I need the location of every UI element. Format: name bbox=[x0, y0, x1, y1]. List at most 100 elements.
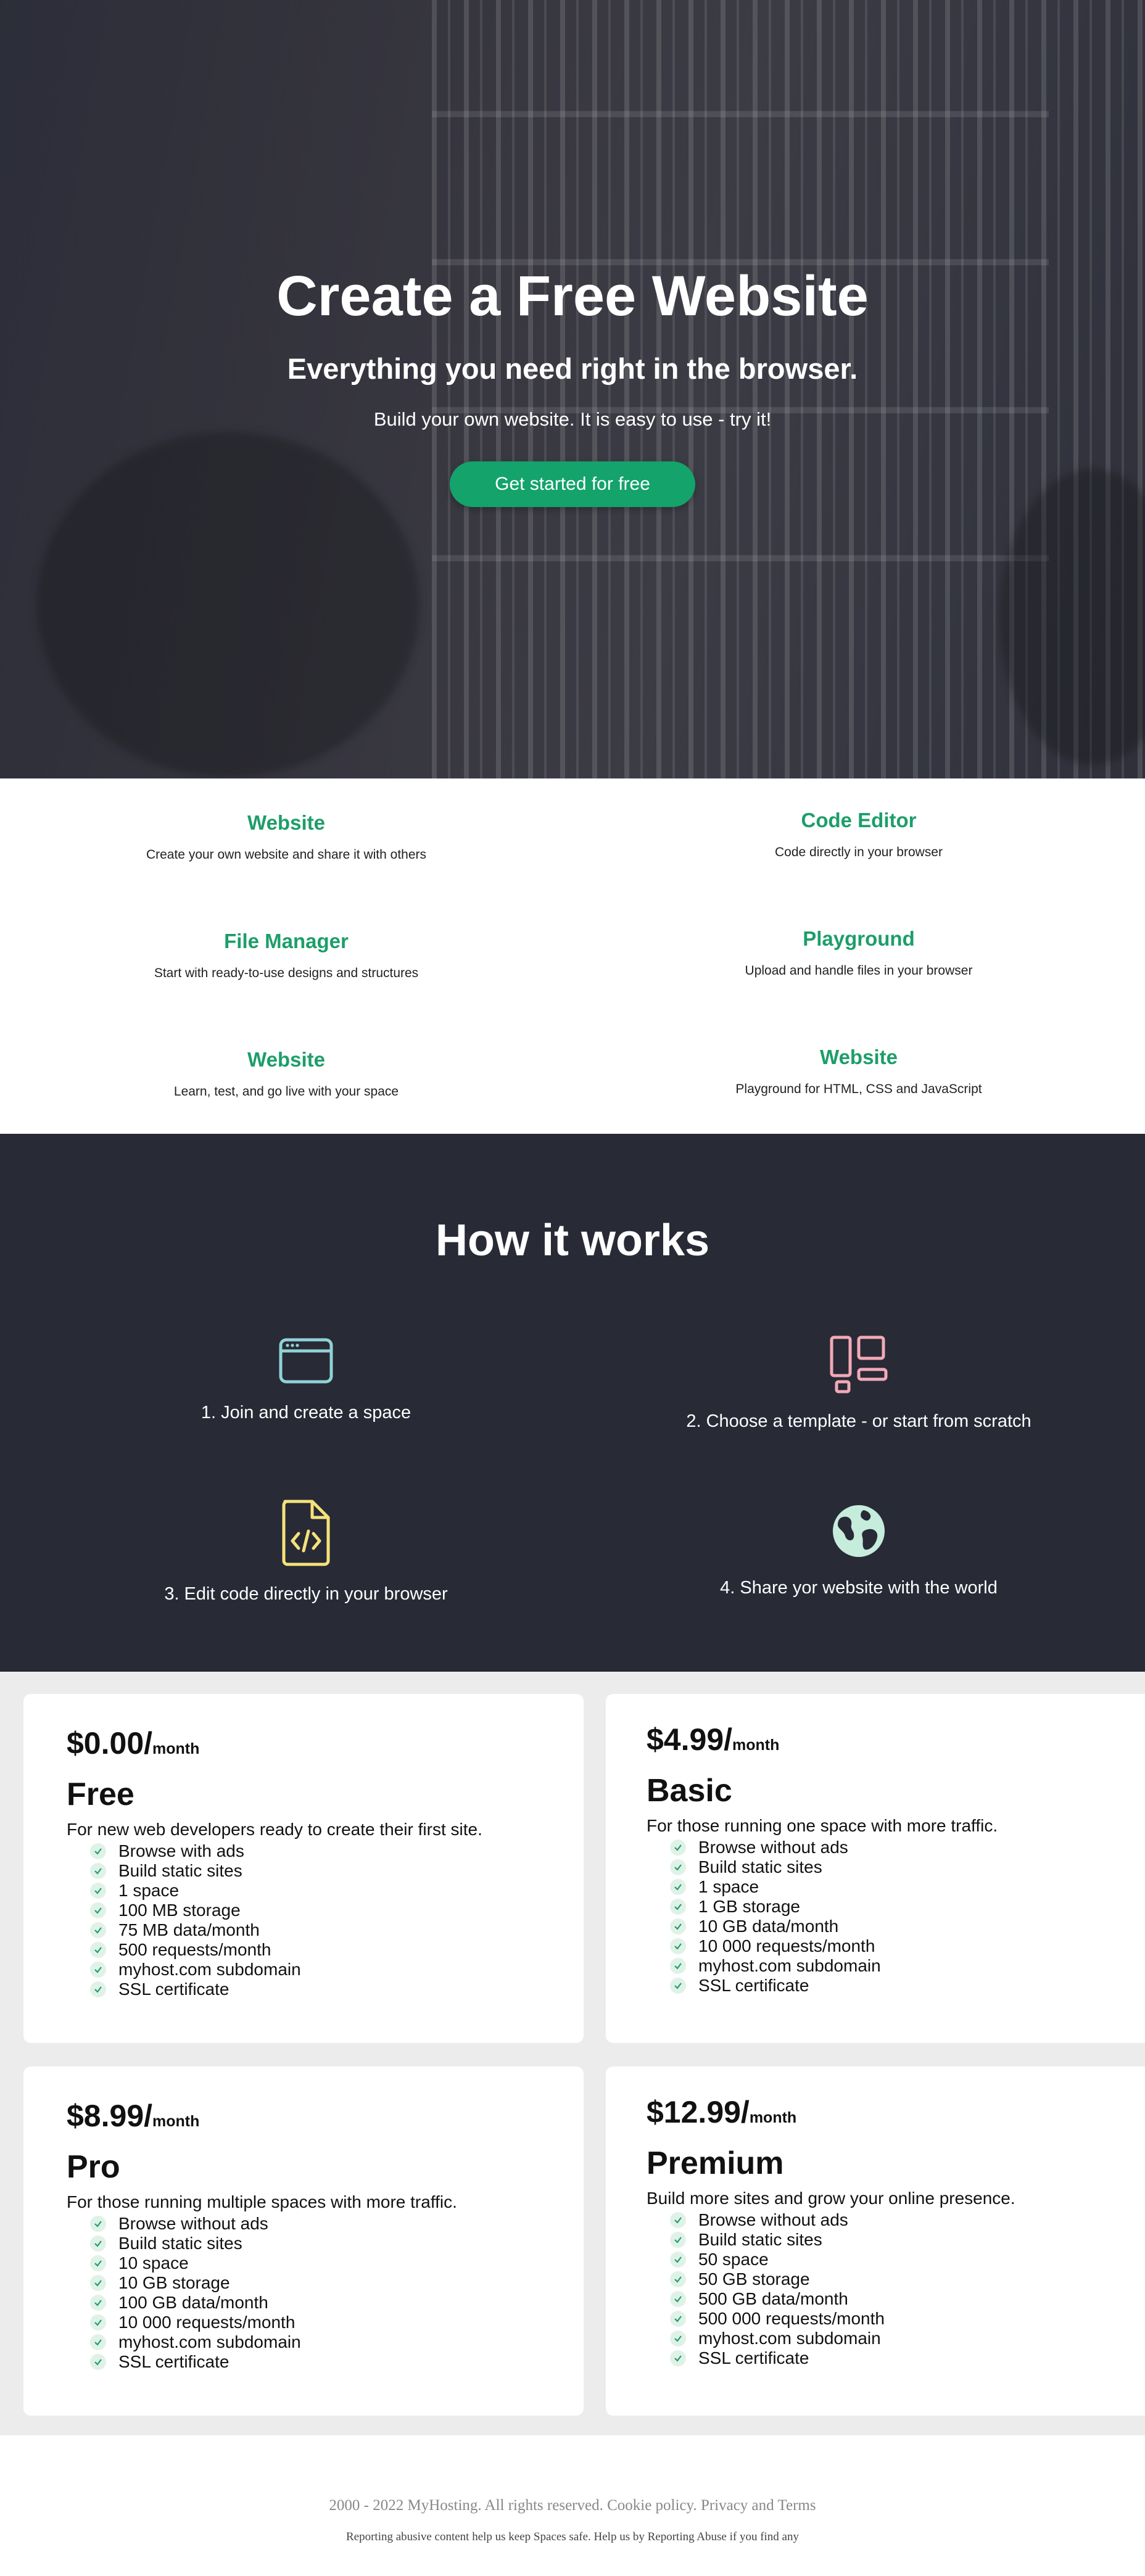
check-icon bbox=[90, 1863, 106, 1879]
plan-feature: 75 MB data/month bbox=[90, 1920, 584, 1940]
check-icon bbox=[670, 1938, 686, 1954]
feature-item: File Manager Start with ready-to-use des… bbox=[0, 897, 572, 1015]
price-unit: month bbox=[732, 1736, 780, 1754]
check-icon bbox=[670, 2232, 686, 2248]
feature-item: Code Editor Code directly in your browse… bbox=[572, 778, 1145, 897]
plan-feature: Build static sites bbox=[90, 2234, 584, 2253]
check-icon bbox=[90, 1883, 106, 1899]
plan-price: $12.99/month bbox=[647, 2095, 797, 2129]
plan-feature: myhost.com subdomain bbox=[670, 1956, 1145, 1976]
feature-text: Upload and handle files in your browser bbox=[745, 964, 973, 978]
hero-title: Create a Free Website bbox=[276, 265, 869, 328]
plan-feature: myhost.com subdomain bbox=[670, 2329, 1145, 2348]
plan-feature: 100 MB storage bbox=[90, 1901, 584, 1920]
plan-feature: SSL certificate bbox=[90, 1979, 584, 1999]
footer-copyright-line: 2000 - 2022 MyHosting. All rights reserv… bbox=[0, 2435, 1145, 2514]
plan-feature-list: Browse without ads Build static sites 50… bbox=[647, 2210, 1145, 2368]
features-section: Website Create your own website and shar… bbox=[0, 778, 1145, 1134]
check-icon bbox=[670, 1859, 686, 1875]
privacy-terms-link[interactable]: Privacy and Terms bbox=[701, 2497, 816, 2514]
plan-feature: 500 requests/month bbox=[90, 1940, 584, 1960]
feature-title: File Manager bbox=[224, 930, 349, 952]
price-unit: month bbox=[749, 2109, 797, 2126]
how-it-works-section: How it works 1. Join and create a space … bbox=[0, 1134, 1145, 1672]
plan-feature: 10 000 requests/month bbox=[670, 1936, 1145, 1956]
step-item: 4. Share yor website with the world bbox=[572, 1501, 1145, 1598]
plan-feature-list: Browse without ads Build static sites 10… bbox=[67, 2214, 584, 2372]
plan-feature: 50 space bbox=[670, 2250, 1145, 2269]
check-icon bbox=[90, 1981, 106, 1997]
step-label: 4. Share yor website with the world bbox=[720, 1578, 998, 1598]
hero-section: Create a Free Website Everything you nee… bbox=[0, 0, 1145, 778]
plan-feature: 100 GB data/month bbox=[90, 2293, 584, 2313]
check-icon bbox=[670, 2212, 686, 2228]
plan-feature: Browse with ads bbox=[90, 1841, 584, 1861]
plan-description: Build more sites and grow your online pr… bbox=[647, 2189, 1015, 2208]
plan-description: For those running one space with more tr… bbox=[647, 1816, 998, 1835]
plan-feature: 1 GB storage bbox=[670, 1897, 1145, 1917]
check-icon bbox=[90, 2275, 106, 2291]
check-icon bbox=[670, 1879, 686, 1895]
check-icon bbox=[90, 2255, 106, 2271]
plan-name: Free bbox=[67, 1777, 134, 1812]
feature-title: Code Editor bbox=[801, 809, 917, 832]
pricing-card-pro: $8.99/month Pro For those running multip… bbox=[23, 2066, 584, 2416]
feature-item: Website Playground for HTML, CSS and Jav… bbox=[572, 1015, 1145, 1134]
hero-content: Create a Free Website Everything you nee… bbox=[0, 259, 1145, 507]
plan-feature: 10 space bbox=[90, 2253, 584, 2273]
plan-feature: Build static sites bbox=[670, 2230, 1145, 2250]
check-icon bbox=[90, 2235, 106, 2252]
plan-feature: 1 space bbox=[670, 1877, 1145, 1897]
check-icon bbox=[90, 2314, 106, 2330]
plan-feature: 500 GB data/month bbox=[670, 2289, 1145, 2309]
step-label: 1. Join and create a space bbox=[200, 1403, 411, 1422]
plan-name: Premium bbox=[647, 2145, 784, 2181]
plan-feature: Browse without ads bbox=[670, 2210, 1145, 2230]
footer: 2000 - 2022 MyHosting. All rights reserv… bbox=[0, 2435, 1145, 2576]
check-icon bbox=[90, 2334, 106, 2350]
plan-feature: 1 space bbox=[90, 1881, 584, 1901]
feature-item: Playground Upload and handle files in yo… bbox=[572, 897, 1145, 1015]
check-icon bbox=[90, 1942, 106, 1958]
price-unit: month bbox=[152, 1740, 200, 1757]
check-icon bbox=[670, 2350, 686, 2366]
get-started-button[interactable]: Get started for free bbox=[450, 461, 695, 507]
hero-background-shelf bbox=[432, 555, 1049, 561]
plan-feature: SSL certificate bbox=[670, 2348, 1145, 2368]
section-title: How it works bbox=[435, 1216, 710, 1265]
plan-feature: 10 GB storage bbox=[90, 2273, 584, 2293]
plan-price: $4.99/month bbox=[647, 1722, 780, 1757]
cookie-policy-link[interactable]: Cookie policy. bbox=[607, 2497, 697, 2514]
plan-feature: 10 GB data/month bbox=[670, 1917, 1145, 1936]
step-item: 3. Edit code directly in your browser bbox=[20, 1499, 592, 1604]
feature-title: Website bbox=[820, 1046, 898, 1068]
plan-feature: 10 000 requests/month bbox=[90, 2313, 584, 2332]
check-icon bbox=[670, 1978, 686, 1994]
check-icon bbox=[670, 2330, 686, 2347]
plan-price: $0.00/month bbox=[67, 1726, 200, 1761]
step-label: 3. Edit code directly in your browser bbox=[164, 1584, 448, 1604]
plan-feature-list: Browse without ads Build static sites 1 … bbox=[647, 1838, 1145, 1996]
step-item: 1. Join and create a space bbox=[20, 1336, 592, 1423]
plan-feature: 50 GB storage bbox=[670, 2269, 1145, 2289]
plan-feature: Build static sites bbox=[670, 1857, 1145, 1877]
plan-feature: Browse without ads bbox=[670, 1838, 1145, 1857]
plan-feature-list: Browse with ads Build static sites 1 spa… bbox=[67, 1841, 584, 1999]
pricing-card-basic: $4.99/month Basic For those running one … bbox=[606, 1694, 1145, 2043]
browser-window-icon bbox=[20, 1336, 592, 1385]
price-unit: month bbox=[152, 2113, 200, 2130]
check-icon bbox=[90, 1922, 106, 1938]
check-icon bbox=[90, 2216, 106, 2232]
feature-item: Website Create your own website and shar… bbox=[0, 778, 572, 897]
copyright-text: 2000 - 2022 MyHosting. All rights reserv… bbox=[329, 2497, 603, 2514]
check-icon bbox=[670, 1958, 686, 1974]
feature-title: Website bbox=[247, 1048, 325, 1071]
check-icon bbox=[670, 2311, 686, 2327]
feature-text: Create your own website and share it wit… bbox=[146, 848, 427, 862]
plan-feature: Browse without ads bbox=[90, 2214, 584, 2234]
check-icon bbox=[90, 1843, 106, 1859]
check-icon bbox=[670, 2252, 686, 2268]
abuse-report-text: Reporting abusive content help us keep S… bbox=[346, 2530, 799, 2543]
step-label: 2. Choose a template - or start from scr… bbox=[686, 1411, 1031, 1431]
feature-title: Website bbox=[247, 811, 325, 834]
